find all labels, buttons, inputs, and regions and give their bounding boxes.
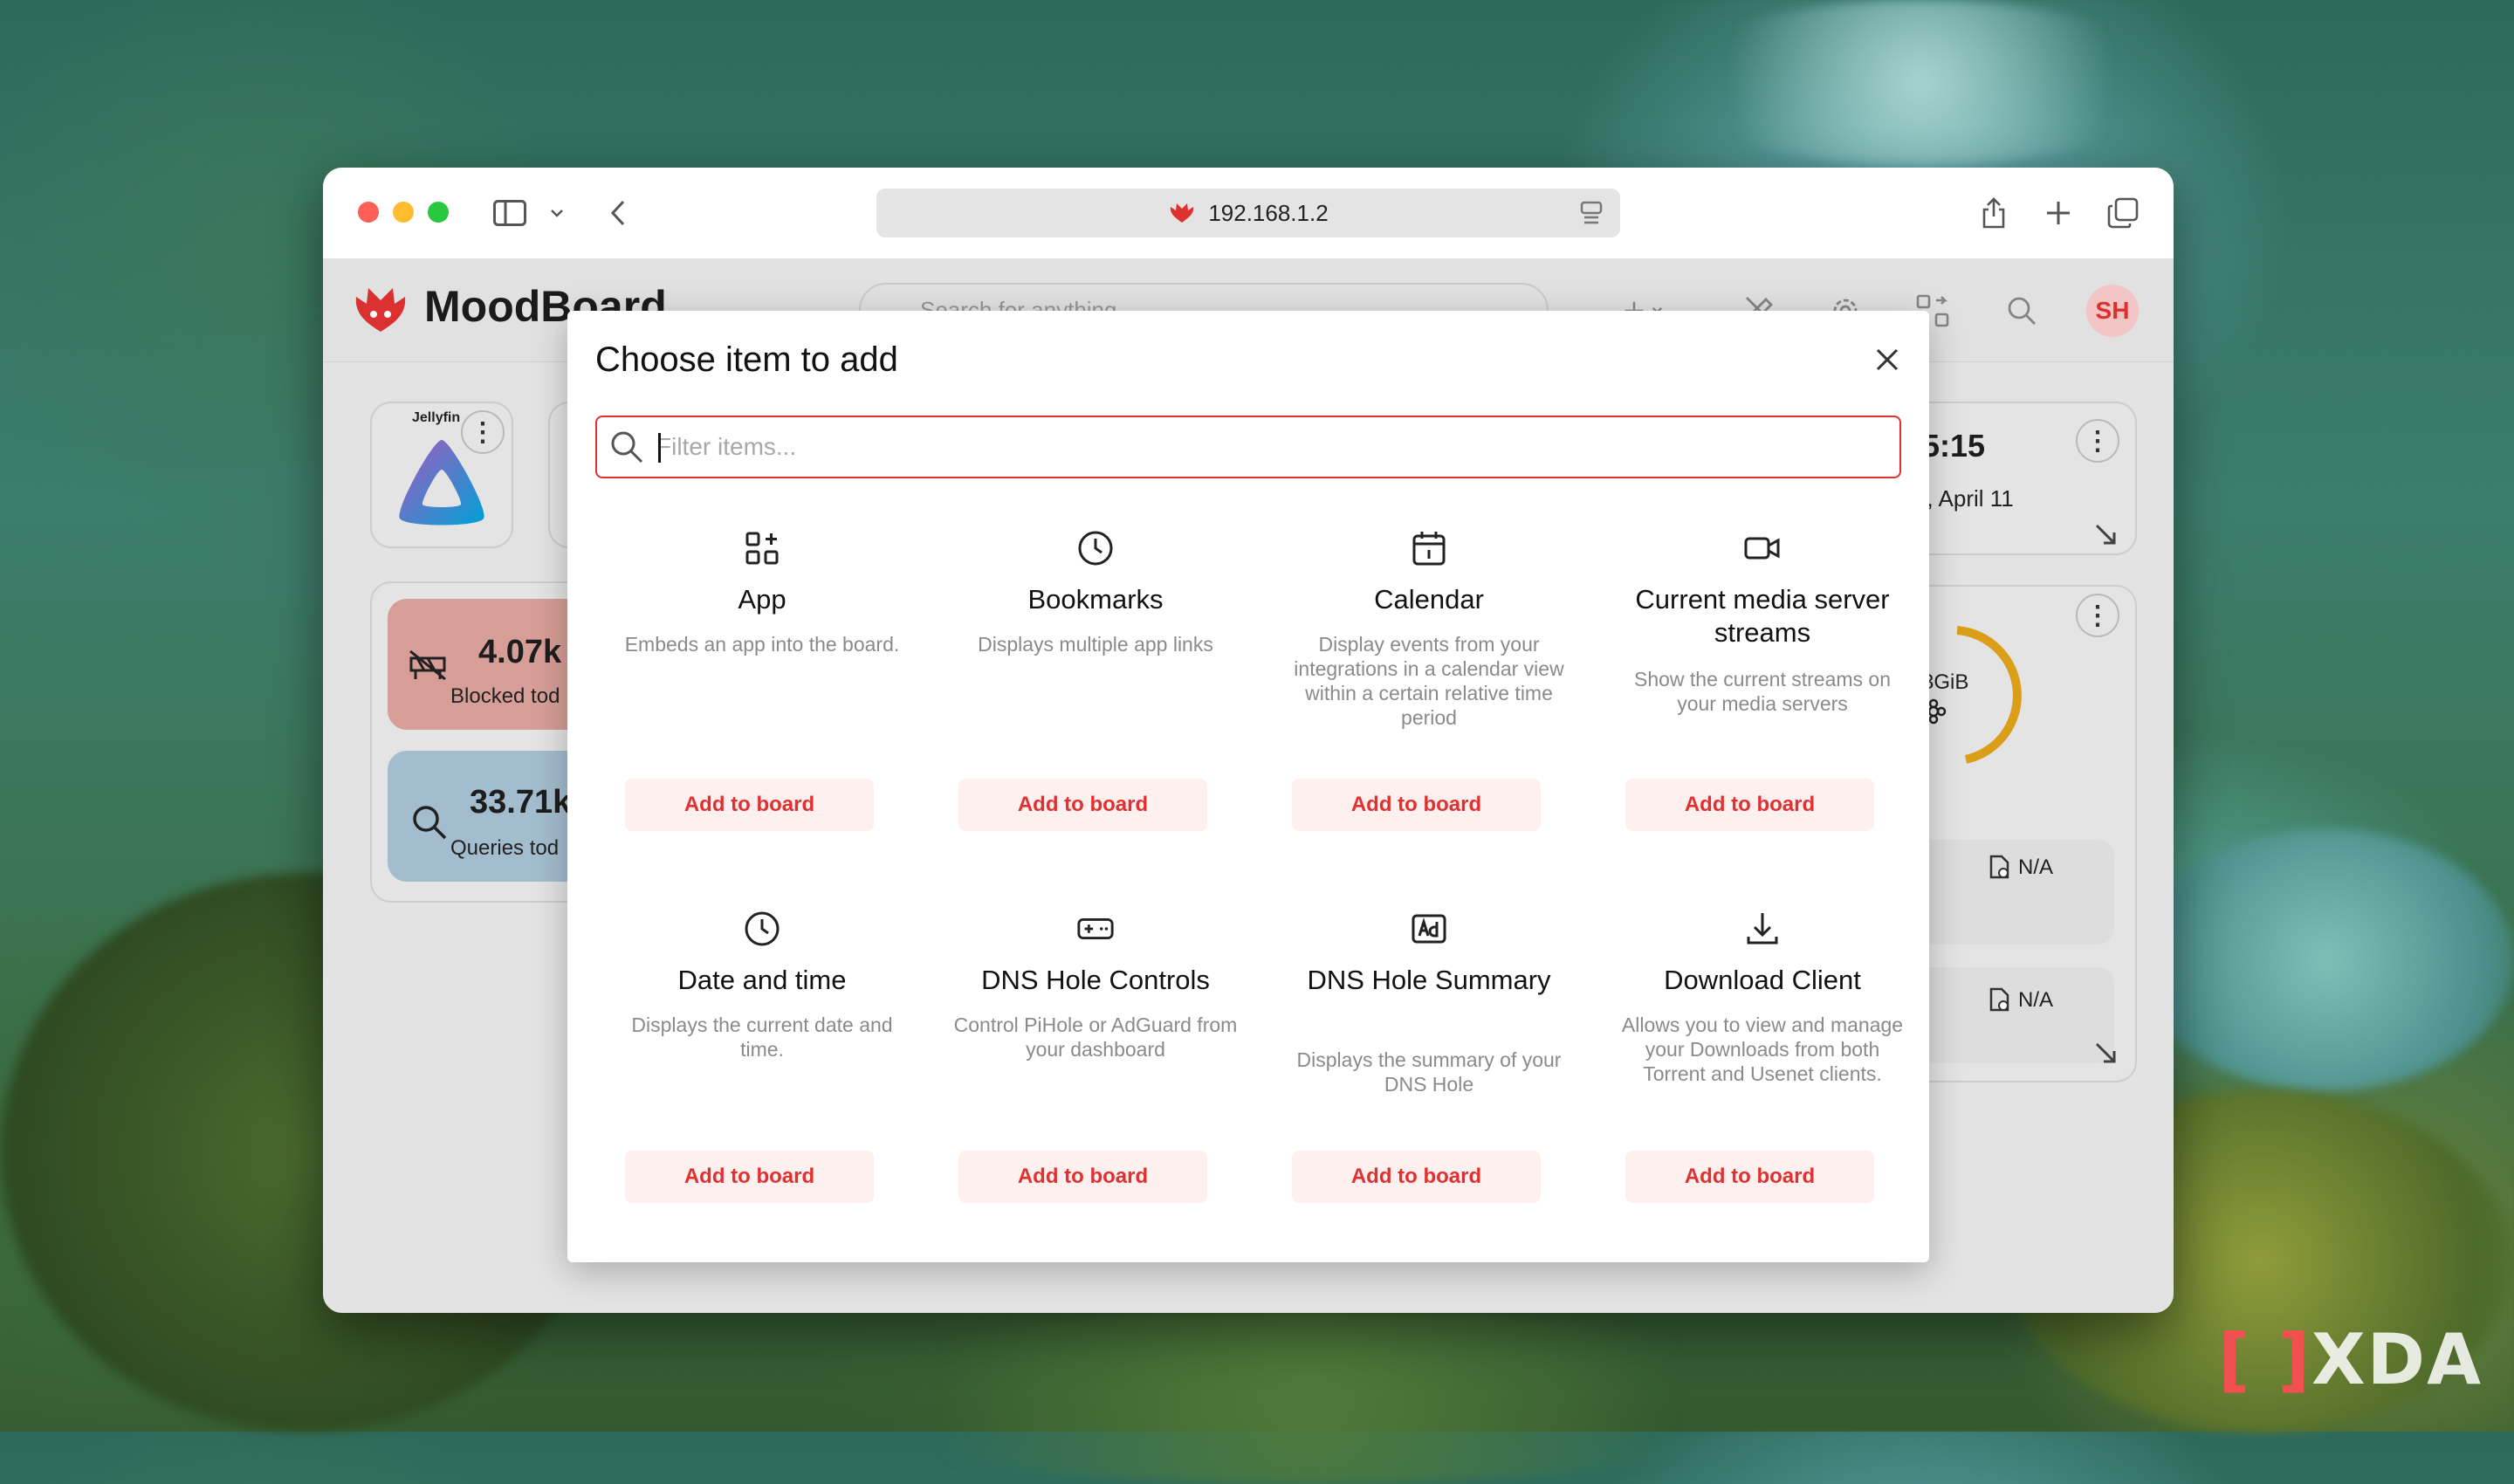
reader-icon[interactable] xyxy=(1580,201,1603,231)
video-icon xyxy=(1743,529,1782,567)
text-caret xyxy=(658,433,661,463)
add-to-board-button[interactable]: Add to board xyxy=(1625,779,1874,831)
item-name: DNS Hole Summary xyxy=(1307,965,1551,995)
chevron-down-icon[interactable] xyxy=(538,194,576,232)
item-description: Display events from your integrations in… xyxy=(1294,633,1564,729)
item-name: App xyxy=(738,584,786,615)
item-description: Allows you to view and manage your Downl… xyxy=(1621,1013,1904,1085)
item-name: DNS Hole Controls xyxy=(981,965,1210,995)
new-tab-icon[interactable] xyxy=(2039,194,2078,232)
add-to-board-button[interactable]: Add to board xyxy=(1292,779,1541,831)
item-name: Calendar xyxy=(1374,584,1484,615)
xda-bracket: [ ] xyxy=(2218,1319,2311,1400)
minimize-window-button[interactable] xyxy=(393,202,414,223)
gamepad-icon xyxy=(1076,910,1115,948)
item-description: Embeds an app into the board. xyxy=(624,633,900,656)
item-name: Date and time xyxy=(677,965,847,995)
add-to-board-button[interactable]: Add to board xyxy=(625,779,874,831)
back-icon[interactable] xyxy=(599,194,637,232)
item-name: Bookmarks xyxy=(1027,584,1164,615)
add-to-board-button[interactable]: Add to board xyxy=(958,1151,1207,1203)
xda-brand: XDA xyxy=(2311,1319,2483,1400)
filter-field[interactable] xyxy=(595,416,1901,478)
close-window-button[interactable] xyxy=(358,202,379,223)
apps-icon xyxy=(743,529,781,567)
item-name: Current media server streams xyxy=(1635,584,1890,648)
xda-watermark: [ ]XDA xyxy=(2218,1319,2483,1400)
search-icon xyxy=(608,428,646,466)
add-to-board-button[interactable]: Add to board xyxy=(1292,1151,1541,1203)
clock-icon xyxy=(743,910,781,948)
item-description: Displays multiple app links xyxy=(978,633,1213,656)
item-description: Show the current streams on your media s… xyxy=(1633,668,1892,715)
add-to-board-button[interactable]: Add to board xyxy=(625,1151,874,1203)
sidebar-toggle-icon[interactable] xyxy=(491,194,529,232)
choose-item-modal: Choose item to add App Embeds an app int… xyxy=(567,311,1929,1262)
item-description: Displays the summary of your DNS Hole xyxy=(1296,1048,1562,1096)
url-text: 192.168.1.2 xyxy=(1208,199,1329,226)
tab-overview-icon[interactable] xyxy=(2104,194,2142,232)
close-icon[interactable] xyxy=(1870,342,1905,377)
add-to-board-button[interactable]: Add to board xyxy=(958,779,1207,831)
calendar-icon xyxy=(1410,529,1448,567)
download-icon xyxy=(1743,910,1782,948)
site-favicon-icon xyxy=(1171,203,1194,223)
filter-input[interactable] xyxy=(655,432,1863,462)
browser-toolbar: 192.168.1.2 xyxy=(323,168,2174,259)
item-description: Displays the current date and time. xyxy=(631,1013,893,1061)
item-name: Download Client xyxy=(1664,965,1861,995)
modal-title: Choose item to add xyxy=(595,340,898,379)
address-bar[interactable]: 192.168.1.2 xyxy=(876,189,1620,237)
share-icon[interactable] xyxy=(1975,194,2013,232)
add-to-board-button[interactable]: Add to board xyxy=(1625,1151,1874,1203)
zoom-window-button[interactable] xyxy=(428,202,449,223)
ad-icon xyxy=(1410,910,1448,948)
item-description: Control PiHole or AdGuard from your dash… xyxy=(953,1013,1238,1061)
clock-icon xyxy=(1076,529,1115,567)
